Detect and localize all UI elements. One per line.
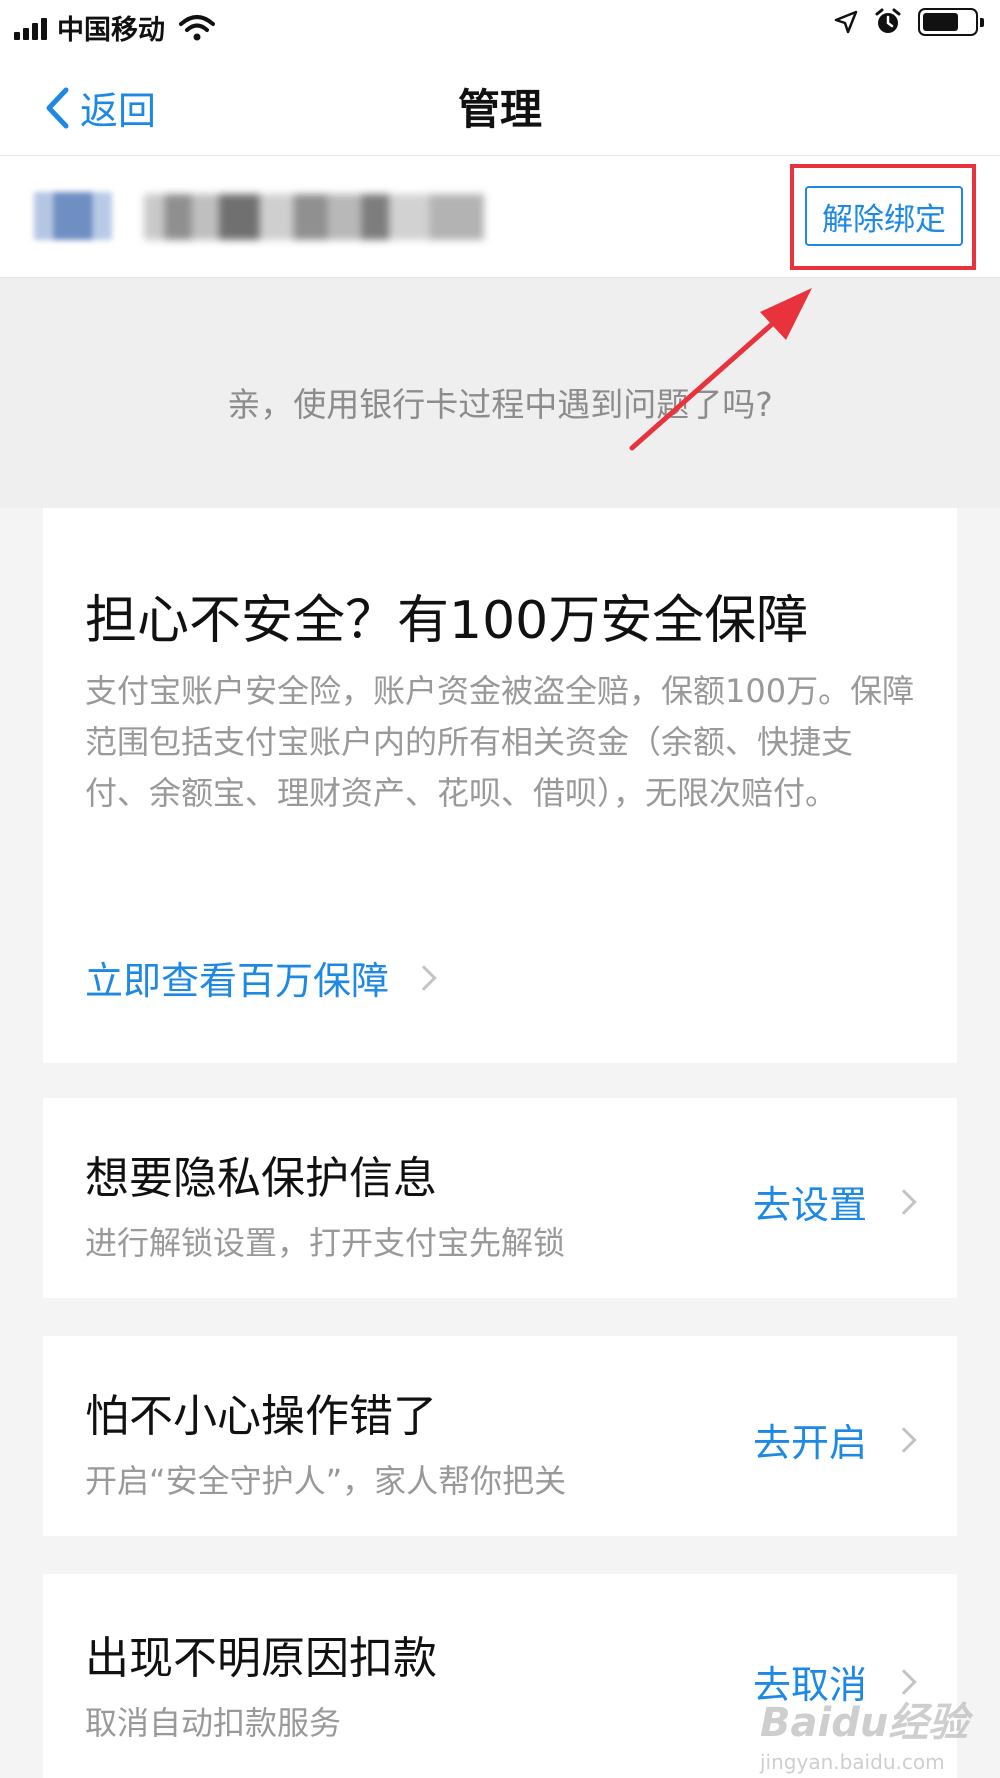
chevron-right-icon <box>891 1668 917 1695</box>
privacy-protection-card: 想要隐私保护信息 进行解锁设置，打开支付宝先解锁 去设置 <box>43 1098 957 1298</box>
security-card: 担心不安全？有100万安全保障 支付宝账户安全险，账户资金被盗全赔，保额100万… <box>43 508 957 1063</box>
card-title: 怕不小心操作错了 <box>85 1391 437 1442</box>
security-card-title: 担心不安全？有100万安全保障 <box>85 591 809 651</box>
bank-card-row: 解除绑定 <box>0 156 1000 278</box>
go-enable-button[interactable]: 去开启 <box>752 1412 917 1467</box>
unbind-button[interactable]: 解除绑定 <box>805 186 963 246</box>
card-subtitle: 进行解锁设置，打开支付宝先解锁 <box>85 1224 566 1262</box>
action-label: 去设置 <box>752 1183 867 1227</box>
wifi-icon <box>179 14 215 40</box>
status-bar: 中国移动 <box>0 0 1000 50</box>
bank-card-name-blurred <box>144 194 484 240</box>
carrier-name: 中国移动 <box>57 15 165 46</box>
action-label: 去开启 <box>752 1421 867 1465</box>
alarm-icon <box>875 8 901 33</box>
unknown-deduction-card: 出现不明原因扣款 取消自动扣款服务 去取消 <box>43 1574 957 1778</box>
go-settings-button[interactable]: 去设置 <box>752 1174 917 1229</box>
battery-icon <box>918 8 984 36</box>
navigation-bar: 返回 管理 <box>0 50 1000 156</box>
chevron-right-icon <box>891 1188 917 1215</box>
security-guardian-card: 怕不小心操作错了 开启“安全守护人”，家人帮你把关 去开启 <box>43 1336 957 1536</box>
page-title: 管理 <box>457 85 542 134</box>
go-cancel-button[interactable]: 去取消 <box>752 1654 917 1709</box>
action-label: 去取消 <box>752 1663 867 1707</box>
chevron-right-icon <box>411 964 437 991</box>
location-icon <box>834 10 858 34</box>
bank-logo-blurred <box>34 192 112 240</box>
card-subtitle: 开启“安全守护人”，家人帮你把关 <box>85 1462 567 1500</box>
card-subtitle: 取消自动扣款服务 <box>85 1704 342 1742</box>
view-guarantee-label: 立即查看百万保障 <box>85 959 390 1003</box>
signal-icon <box>14 16 47 40</box>
view-guarantee-link[interactable]: 立即查看百万保障 <box>85 950 437 1005</box>
help-section: 亲，使用银行卡过程中遇到问题了吗? <box>0 278 1000 508</box>
card-title: 想要隐私保护信息 <box>85 1153 437 1204</box>
chevron-right-icon <box>891 1426 917 1453</box>
help-text: 亲，使用银行卡过程中遇到问题了吗? <box>227 385 773 424</box>
card-title: 出现不明原因扣款 <box>85 1633 437 1684</box>
security-card-description: 支付宝账户安全险，账户资金被盗全赔，保额100万。保障范围包括支付宝账户内的所有… <box>85 672 915 812</box>
